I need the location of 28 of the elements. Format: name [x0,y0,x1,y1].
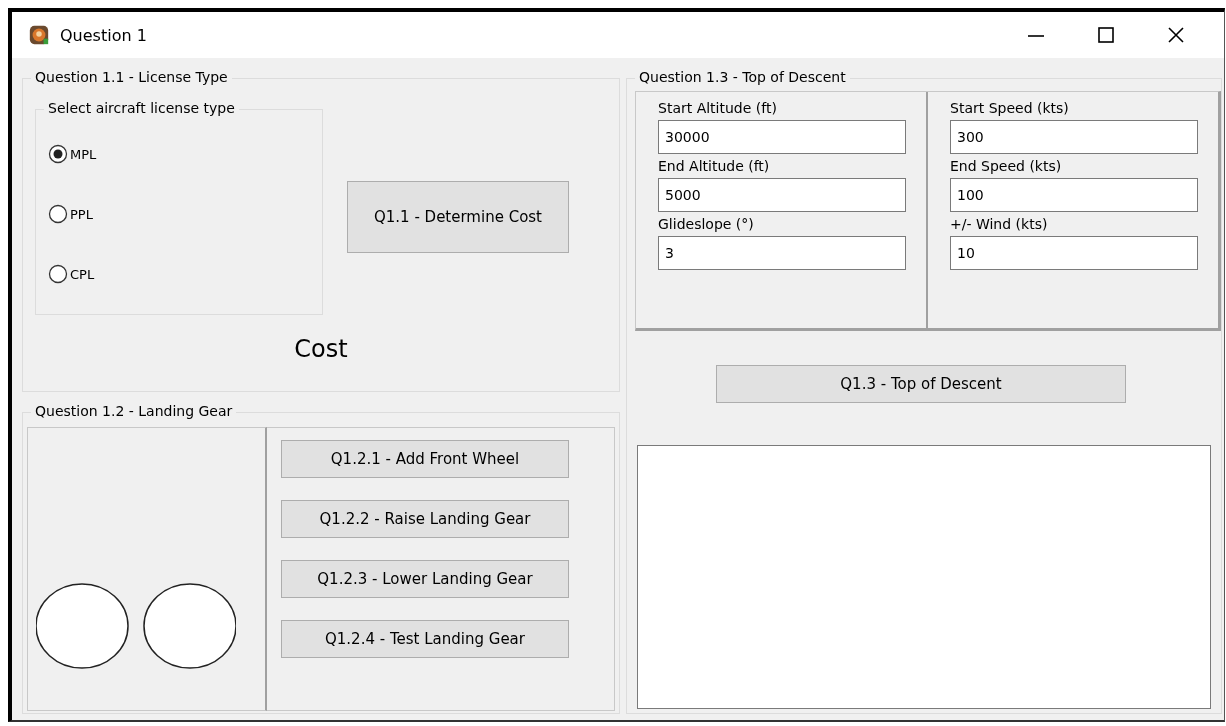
group-title: Question 1.3 - Top of Descent [635,69,850,85]
window-title: Question 1 [60,25,148,45]
input-field[interactable]: 30000 [658,120,906,154]
group-title: Select aircraft license type [44,100,239,116]
field-label: End Speed (kts) [950,158,1063,174]
top-of-descent-button[interactable]: Q1.3 - Top of Descent [716,365,1126,403]
input-field[interactable]: 10 [950,236,1198,270]
field-label: +/- Wind (kts) [950,216,1049,232]
group-title: Question 1.1 - License Type [31,69,232,85]
input-field[interactable]: 5000 [658,178,906,212]
radio-option[interactable]: CPL [48,264,95,284]
radio-option[interactable]: MPL [48,144,97,164]
action-button[interactable]: Q1.2.3 - Lower Landing Gear [281,560,569,598]
field-label: Start Speed (kts) [950,100,1070,116]
action-button[interactable]: Q1.2.2 - Raise Landing Gear [281,500,569,538]
action-button[interactable]: Q1.2.4 - Test Landing Gear [281,620,569,658]
radio-option[interactable]: PPL [48,204,93,224]
input-field[interactable]: 300 [950,120,1198,154]
field-label: End Altitude (ft) [658,158,771,174]
cost-label: Cost [294,335,348,363]
input-field[interactable]: 100 [950,178,1198,212]
field-label: Start Altitude (ft) [658,100,778,116]
app-icon [28,24,50,46]
field-label: Glideslope (°) [658,216,755,232]
determine-cost-button[interactable]: Q1.1 - Determine Cost [347,181,569,253]
action-button[interactable]: Q1.2.1 - Add Front Wheel [281,440,569,478]
group-title: Question 1.2 - Landing Gear [31,403,237,419]
input-field[interactable]: 3 [658,236,906,270]
